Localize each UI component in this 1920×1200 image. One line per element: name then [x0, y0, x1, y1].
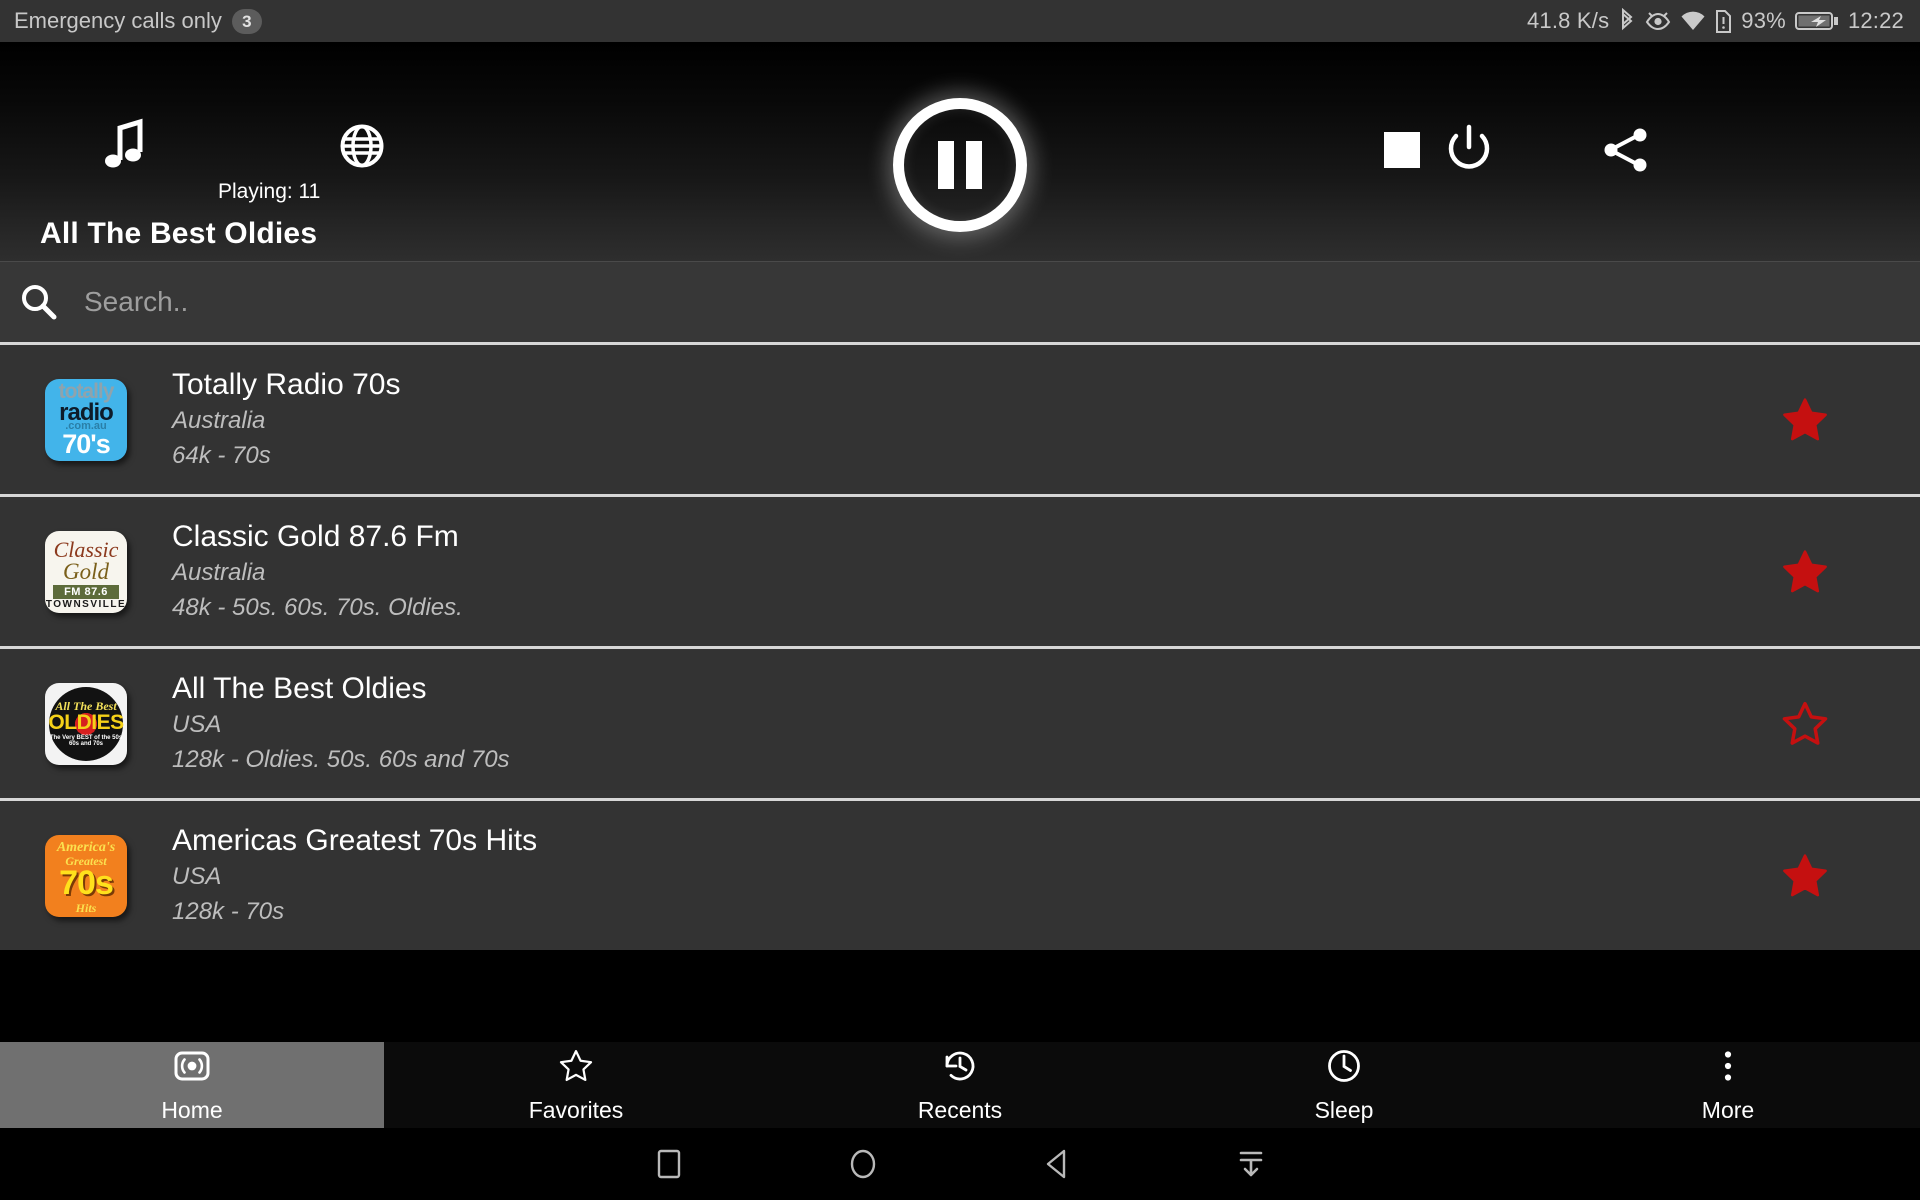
favorite-toggle[interactable]: [1690, 850, 1920, 902]
notification-count-badge: 3: [231, 8, 262, 34]
battery-percent-label: 93%: [1741, 8, 1786, 33]
history-icon: [941, 1047, 979, 1090]
app-screen: Emergency calls only 3 41.8 K/s 93% 12:2…: [0, 0, 1920, 1200]
tab-favorites[interactable]: Favorites: [384, 1042, 768, 1128]
logo-line-4: 70's: [62, 428, 110, 459]
square-recents-icon[interactable]: [652, 1147, 686, 1181]
tab-label: Favorites: [528, 1096, 624, 1123]
power-button[interactable]: [1445, 124, 1493, 181]
station-bitrate-genre: 64k - 70s: [172, 442, 271, 470]
station-name: All The Best Oldies: [172, 671, 427, 705]
tab-label: More: [1701, 1096, 1755, 1123]
clock-label: 12:22: [1847, 8, 1904, 33]
favorite-toggle[interactable]: [1690, 394, 1920, 446]
station-meta: Totally Radio 70s Australia 64k - 70s: [172, 369, 1690, 471]
pause-icon: [938, 141, 982, 189]
logo-line-4: TOWNSVILLE: [45, 598, 127, 610]
station-bitrate-genre: 128k - Oldies. 50s. 60s and 70s: [172, 746, 510, 774]
station-bitrate-genre: 128k - 70s: [172, 898, 285, 926]
station-meta: Americas Greatest 70s Hits USA 128k - 70…: [172, 825, 1690, 927]
star-filled-icon: [1783, 549, 1827, 592]
table-row[interactable]: totally radio .com.au 70's Totally Radio…: [0, 342, 1920, 494]
station-name: Classic Gold 87.6 Fm: [172, 519, 459, 553]
tab-recents[interactable]: Recents: [768, 1042, 1152, 1128]
station-logo-wrap: totally radio .com.au 70's: [0, 378, 172, 461]
station-logo-americas-greatest-70s-hits: America's Greatest 70s Hits: [45, 834, 127, 917]
circle-home-icon[interactable]: [846, 1147, 880, 1181]
logo-line-3: 70s: [59, 863, 114, 902]
tab-more[interactable]: More: [1536, 1042, 1920, 1128]
carrier-label: Emergency calls only: [14, 8, 222, 33]
table-row[interactable]: Classic Gold FM 87.6 TOWNSVILLE Classic …: [0, 494, 1920, 646]
station-country: Australia: [172, 559, 266, 587]
station-country: USA: [172, 863, 222, 891]
station-name: Totally Radio 70s: [172, 367, 401, 401]
clock-icon: [1325, 1047, 1363, 1090]
player-header: Playing: 11 All The Best Oldies: [0, 42, 1920, 261]
station-logo-wrap: Classic Gold FM 87.6 TOWNSVILLE: [0, 530, 172, 613]
eye-icon: [1645, 11, 1671, 31]
station-list: totally radio .com.au 70's Totally Radio…: [0, 342, 1920, 950]
station-meta: All The Best Oldies USA 128k - Oldies. 5…: [172, 673, 1690, 775]
radio-broadcast-icon: [173, 1047, 211, 1090]
station-logo-classic-gold-876-fm: Classic Gold FM 87.6 TOWNSVILLE: [45, 530, 127, 613]
tab-label: Home: [161, 1096, 223, 1123]
favorite-toggle[interactable]: [1690, 546, 1920, 598]
station-bitrate-genre: 48k - 50s. 60s. 70s. Oldies.: [172, 594, 463, 622]
network-speed-label: 41.8 K/s: [1526, 8, 1610, 33]
pause-button[interactable]: [893, 98, 1027, 232]
station-logo-wrap: America's Greatest 70s Hits: [0, 834, 172, 917]
status-bar-left: Emergency calls only 3: [14, 8, 262, 34]
tab-label: Recents: [917, 1096, 1003, 1123]
globe-icon[interactable]: [340, 124, 384, 168]
star-filled-icon: [1783, 853, 1827, 896]
search-icon: [18, 282, 58, 322]
star-outline-icon: [1782, 701, 1828, 745]
android-nav-bar: [0, 1128, 1920, 1200]
android-status-bar: Emergency calls only 3 41.8 K/s 93% 12:2…: [0, 0, 1920, 42]
station-country: USA: [172, 711, 222, 739]
tab-label: Sleep: [1314, 1096, 1374, 1123]
table-row[interactable]: All The Best OLDIES The Very BEST of the…: [0, 646, 1920, 798]
tab-home[interactable]: Home: [0, 1042, 384, 1128]
search-input[interactable]: [84, 286, 1920, 318]
stop-icon: [1384, 132, 1420, 168]
search-bar[interactable]: [0, 261, 1920, 342]
wifi-icon: [1680, 11, 1706, 32]
station-logo-all-the-best-oldies: All The Best OLDIES The Very BEST of the…: [45, 682, 127, 765]
sim-alert-icon: [1715, 9, 1732, 33]
star-filled-icon: [1783, 397, 1827, 440]
station-name: Americas Greatest 70s Hits: [172, 823, 538, 857]
logo-line-2: OLDIES: [48, 710, 124, 734]
triangle-back-icon[interactable]: [1040, 1147, 1074, 1181]
share-button[interactable]: [1600, 124, 1652, 181]
favorite-toggle[interactable]: [1690, 698, 1920, 750]
bottom-tab-bar: Home Favorites Recents Sleep More: [0, 1042, 1920, 1128]
logo-line-4: Hits: [75, 900, 97, 915]
overflow-dots-icon: [1709, 1047, 1747, 1090]
battery-charging-icon: [1794, 10, 1839, 32]
logo-line-3: FM 87.6: [53, 584, 119, 599]
station-country: Australia: [172, 407, 266, 435]
playing-count-label: Playing: 11: [218, 180, 321, 203]
station-meta: Classic Gold 87.6 Fm Australia 48k - 50s…: [172, 521, 1690, 623]
bluetooth-icon: [1618, 8, 1636, 34]
station-logo-wrap: All The Best OLDIES The Very BEST of the…: [0, 682, 172, 765]
status-bar-right: 41.8 K/s 93% 12:22: [1527, 8, 1904, 34]
hide-navbar-icon[interactable]: [1234, 1147, 1268, 1181]
star-outline-icon: [557, 1047, 595, 1090]
music-note-icon[interactable]: [104, 118, 146, 170]
table-row[interactable]: America's Greatest 70s Hits Americas Gre…: [0, 798, 1920, 950]
logo-line-2: Gold: [63, 558, 109, 584]
stop-button[interactable]: [1384, 132, 1420, 168]
now-playing-title: All The Best Oldies: [40, 217, 318, 250]
station-logo-totally-radio-70s: totally radio .com.au 70's: [45, 378, 127, 461]
tab-sleep[interactable]: Sleep: [1152, 1042, 1536, 1128]
logo-line-3: The Very BEST of the 50s 60s and 70s: [49, 734, 123, 747]
